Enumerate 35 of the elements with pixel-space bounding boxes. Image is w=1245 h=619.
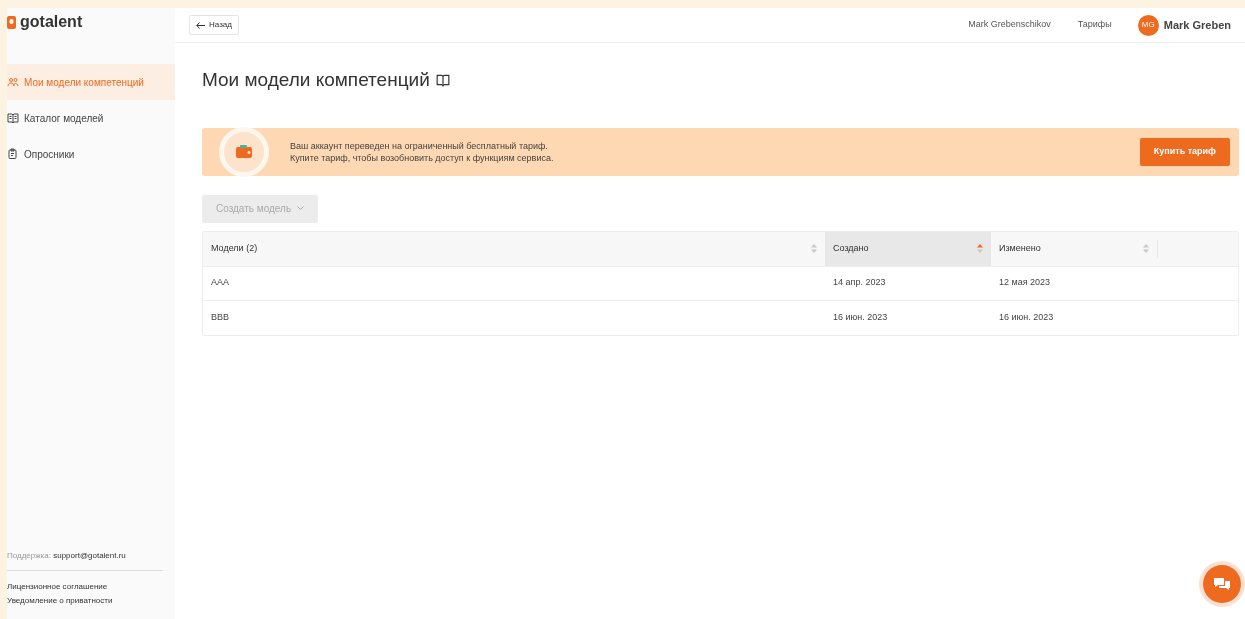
table-cell-text: BBB [211, 310, 229, 324]
footer-link[interactable]: Лицензионное соглашение [7, 581, 163, 593]
profile-name: Mark Greben [1163, 17, 1231, 33]
people-icon [7, 76, 19, 88]
book-icon [7, 112, 19, 124]
chat-icon [1214, 577, 1230, 591]
table-cell-text: 16 июн. 2023 [833, 310, 888, 324]
banner-text: Ваш аккаунт переведен на ограниченный бесплатный тариф. [290, 139, 549, 152]
sidebar-item[interactable]: Каталог моделей [7, 100, 175, 136]
table-cell: 14 апр. 2023 [833, 276, 886, 290]
arrow-left-icon [196, 21, 205, 29]
clipboard-icon [7, 148, 19, 160]
chevron-down-icon [297, 206, 305, 211]
column-header[interactable]: Создано [825, 231, 991, 266]
column-header[interactable]: Изменено [991, 231, 1157, 266]
table-cell-text: 16 июн. 2023 [999, 310, 1054, 324]
banner-text: Купите тариф, чтобы возобновить доступ к функциям сервиса. [290, 151, 554, 164]
footer-link[interactable]: Уведомление о приватности [7, 595, 163, 607]
user-name[interactable]: Mark Grebenschikov [968, 18, 1051, 32]
sort-icon [811, 244, 817, 253]
table-cell: AAA [211, 276, 229, 290]
wallet-icon [236, 145, 252, 158]
support-text: Поддержка: support@gotalent.ru [7, 550, 127, 562]
back-button[interactable]: Назад [189, 15, 239, 35]
sort-icon [1143, 244, 1149, 253]
book-icon [435, 73, 450, 88]
tariffs-link[interactable]: Тарифы [1077, 18, 1112, 32]
logo-text: gotalent [20, 12, 83, 32]
page-title: Мои модели компетенций [202, 68, 430, 92]
sidebar-item[interactable]: Опросники [7, 136, 175, 172]
chat-button[interactable] [1203, 565, 1241, 603]
sort-icon [977, 244, 983, 253]
column-header[interactable]: Модели (2) [203, 231, 825, 266]
table-cell: 12 мая 2023 [999, 276, 1051, 290]
create-model-button: Создать модель [202, 194, 319, 223]
